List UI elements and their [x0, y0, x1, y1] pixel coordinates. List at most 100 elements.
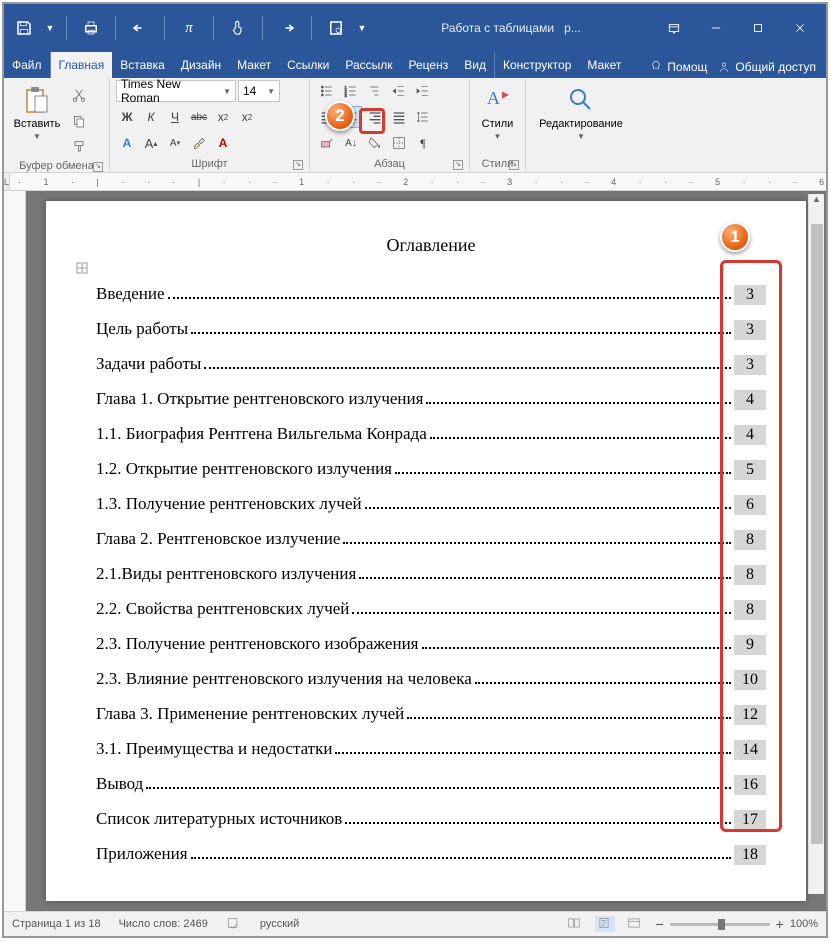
status-page[interactable]: Страница 1 из 18: [12, 918, 101, 930]
superscript-button[interactable]: x2: [236, 106, 258, 128]
toc-row[interactable]: 3.1. Преимущества и недостатки14: [96, 739, 766, 760]
underline-button[interactable]: Ч: [164, 106, 186, 128]
save-icon[interactable]: [10, 14, 38, 42]
cut-icon[interactable]: [68, 84, 90, 106]
highlight-button[interactable]: [188, 132, 210, 154]
font-size-combo[interactable]: 14▼: [238, 80, 280, 102]
decrease-indent-button[interactable]: [388, 80, 410, 102]
font-color-button[interactable]: A: [212, 132, 234, 154]
tab-mailings[interactable]: Рассылк: [337, 52, 400, 78]
chevron-down-icon[interactable]: ▼: [44, 14, 56, 42]
toc-page: 8: [734, 530, 766, 550]
vertical-ruler[interactable]: [4, 191, 26, 911]
toc-row[interactable]: Введение3: [96, 284, 766, 305]
tab-insert[interactable]: Вставка: [112, 52, 173, 78]
equation-icon[interactable]: π: [175, 14, 203, 42]
strike-button[interactable]: abc: [188, 106, 210, 128]
grow-font-button[interactable]: A▴: [140, 132, 162, 154]
tab-references[interactable]: Ссылки: [279, 52, 337, 78]
ribbon-options-icon[interactable]: [654, 14, 694, 42]
touch-icon[interactable]: [224, 14, 252, 42]
tab-table-design[interactable]: Конструктор: [494, 52, 579, 78]
dialog-launcher-icon[interactable]: ↘: [293, 160, 303, 170]
paragraph-marks-button[interactable]: ¶: [412, 132, 434, 154]
share-button[interactable]: Общий доступ: [717, 60, 816, 74]
line-spacing-button[interactable]: [412, 106, 434, 128]
styles-button[interactable]: A Стили▼: [476, 80, 519, 141]
editing-button[interactable]: Редактирование▼: [532, 80, 630, 141]
toc-row[interactable]: Глава 3. Применение рентгеновских лучей1…: [96, 704, 766, 725]
status-language[interactable]: русский: [260, 918, 299, 930]
dialog-launcher-icon[interactable]: ↘: [93, 162, 103, 172]
status-proofing-icon[interactable]: [226, 916, 242, 933]
subscript-button[interactable]: x2: [212, 106, 234, 128]
toc-row[interactable]: Задачи работы3: [96, 354, 766, 375]
horizontal-ruler[interactable]: L · 1 · | · · · | · · · 1 · · · 2 · · · …: [4, 173, 826, 191]
clear-format-button[interactable]: [316, 132, 338, 154]
tab-table-layout[interactable]: Макет: [579, 52, 629, 78]
toc-row[interactable]: Цель работы3: [96, 319, 766, 340]
chevron-down-icon[interactable]: ▼: [356, 14, 368, 42]
shrink-font-button[interactable]: A▾: [164, 132, 186, 154]
close-icon[interactable]: [780, 14, 820, 42]
bullets-button[interactable]: [316, 80, 338, 102]
minimize-icon[interactable]: [696, 14, 736, 42]
toc-row[interactable]: 2.3. Влияние рентгеновского излучения на…: [96, 669, 766, 690]
text-effects-button[interactable]: A: [116, 132, 138, 154]
toc-row[interactable]: Глава 2. Рентгеновское излучение8: [96, 529, 766, 550]
print-layout-icon[interactable]: [595, 916, 615, 932]
numbering-button[interactable]: 123: [340, 80, 362, 102]
print-icon[interactable]: [77, 14, 105, 42]
web-layout-icon[interactable]: [625, 916, 645, 932]
toc-row[interactable]: 2.2. Свойства рентгеновских лучей8: [96, 599, 766, 620]
tab-file[interactable]: Файл: [4, 52, 51, 78]
scrollbar-thumb[interactable]: [811, 224, 823, 844]
tab-review[interactable]: Реценз: [401, 52, 457, 78]
toc-row[interactable]: 2.3. Получение рентгеновского изображени…: [96, 634, 766, 655]
font-name-combo[interactable]: Times New Roman▼: [116, 80, 236, 102]
italic-button[interactable]: К: [140, 106, 162, 128]
increase-indent-button[interactable]: [412, 80, 434, 102]
toc-leader: [407, 717, 731, 719]
format-painter-icon[interactable]: [68, 136, 90, 158]
toc-row[interactable]: 2.1.Виды рентгеновского излучения8: [96, 564, 766, 585]
undo-icon[interactable]: [126, 14, 154, 42]
multilevel-button[interactable]: [364, 80, 386, 102]
shading-button[interactable]: [364, 132, 386, 154]
tell-me[interactable]: Помощ: [649, 60, 707, 74]
zoom-in-button[interactable]: +: [776, 916, 784, 932]
tab-home[interactable]: Главная: [51, 52, 113, 78]
quick-access-toolbar: ▼ π ▼: [10, 14, 368, 42]
justify-button[interactable]: [388, 106, 410, 128]
toc-row[interactable]: 1.1. Биография Рентгена Вильгельма Конра…: [96, 424, 766, 445]
borders-button[interactable]: [388, 132, 410, 154]
zoom-out-button[interactable]: −: [655, 916, 663, 932]
align-right-button[interactable]: [364, 106, 386, 128]
tab-view[interactable]: Вид: [456, 52, 494, 78]
redo-icon[interactable]: [273, 14, 301, 42]
copy-icon[interactable]: [68, 110, 90, 132]
tab-layout[interactable]: Макет: [229, 52, 279, 78]
status-words[interactable]: Число слов: 2469: [119, 918, 208, 930]
toc-row[interactable]: Приложения18: [96, 844, 766, 865]
dialog-launcher-icon[interactable]: ↘: [453, 160, 463, 170]
zoom-level[interactable]: 100%: [790, 918, 818, 930]
toc-row[interactable]: Глава 1. Открытие рентгеновского излучен…: [96, 389, 766, 410]
table-move-handle-icon[interactable]: [76, 261, 88, 273]
bold-button[interactable]: Ж: [116, 106, 138, 128]
toc-row[interactable]: 1.3. Получение рентгеновских лучей6: [96, 494, 766, 515]
toc-page: 12: [734, 705, 766, 725]
sort-button[interactable]: A↓: [340, 132, 362, 154]
toc-row[interactable]: 1.2. Открытие рентгеновского излучения 5: [96, 459, 766, 480]
toc-row[interactable]: Вывод16: [96, 774, 766, 795]
zoom-slider[interactable]: [670, 923, 770, 926]
read-mode-icon[interactable]: [565, 916, 585, 932]
vertical-scrollbar[interactable]: ▲: [808, 194, 824, 894]
paste-button[interactable]: Вставить ▼: [10, 80, 64, 141]
page[interactable]: Оглавление Введение3 Цель работы3Задачи …: [46, 201, 806, 901]
preview-icon[interactable]: [322, 14, 350, 42]
toc-row[interactable]: Список литературных источников17: [96, 809, 766, 830]
tab-design[interactable]: Дизайн: [173, 52, 229, 78]
dialog-launcher-icon[interactable]: ↘: [509, 160, 519, 170]
maximize-icon[interactable]: [738, 14, 778, 42]
